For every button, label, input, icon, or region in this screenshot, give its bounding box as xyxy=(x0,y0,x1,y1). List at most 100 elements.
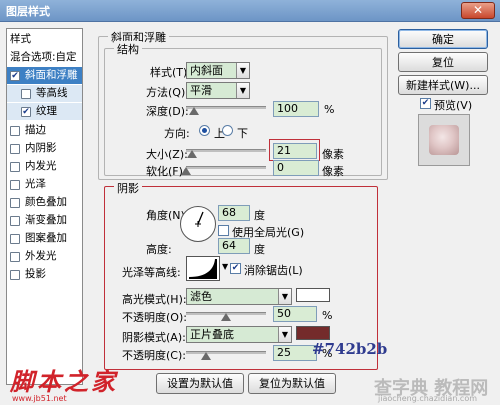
watermark-url-right: jiaocheng.chazidian.com xyxy=(378,394,478,403)
shading-title: 阴影 xyxy=(114,180,142,196)
structure-title: 结构 xyxy=(114,41,142,57)
size-slider-thumb[interactable] xyxy=(187,150,198,158)
style-label: 样式(T): xyxy=(150,66,192,79)
direction-down-label: 下 xyxy=(237,127,248,140)
soften-slider-thumb[interactable] xyxy=(181,167,191,175)
watermark-url-left: www.jb51.net xyxy=(12,394,67,403)
depth-slider-thumb[interactable] xyxy=(189,107,199,115)
angle-dial-icon xyxy=(195,211,204,227)
shadow-mode-label: 阴影模式(A): xyxy=(122,331,186,344)
preview-checkbox[interactable]: ✔ xyxy=(420,98,431,109)
style-preview-thumbnail xyxy=(418,114,470,166)
style-list: 样式混合选项:自定 ✔ 斜面和浮雕等高线 ✔ 纹理描边内阴影内发光光泽颜色叠加渐变叠加图… xyxy=(6,28,83,385)
shadow-mode-select[interactable]: 正片叠底 ▼ xyxy=(186,326,292,343)
style-list-item[interactable]: 内阴影 xyxy=(7,140,82,157)
anti-aliased-checkbox[interactable]: ✔ xyxy=(230,263,241,274)
soften-input[interactable]: 0 xyxy=(273,160,319,176)
use-global-light-checkbox[interactable] xyxy=(218,225,229,236)
style-list-item[interactable]: ✔ 纹理 xyxy=(7,103,82,120)
style-list-item[interactable]: 投影 xyxy=(7,266,82,283)
highlight-mode-label: 高光模式(H): xyxy=(122,293,187,306)
close-button[interactable]: ✕ xyxy=(461,2,495,19)
highlight-color-swatch[interactable] xyxy=(296,288,330,302)
checkmark-icon: ✔ xyxy=(421,98,430,108)
style-list-checkbox[interactable] xyxy=(10,180,20,190)
technique-label: 方法(Q): xyxy=(146,86,189,99)
size-input[interactable]: 21 xyxy=(273,143,317,159)
style-list-item[interactable]: 样式 xyxy=(7,31,82,48)
make-default-button[interactable]: 设置为默认值 xyxy=(156,373,244,394)
angle-unit: 度 xyxy=(254,209,265,222)
bevel-style-select[interactable]: 内斜面 ▼ xyxy=(186,62,250,79)
highlight-opacity-input[interactable]: 50 xyxy=(273,306,317,322)
gloss-contour-picker[interactable] xyxy=(186,256,220,281)
technique-value: 平滑 xyxy=(187,83,236,98)
shadow-opacity-thumb[interactable] xyxy=(201,352,211,360)
style-list-checkbox[interactable] xyxy=(10,270,20,280)
style-list-checkbox[interactable] xyxy=(10,252,20,262)
new-style-button[interactable]: 新建样式(W)... xyxy=(398,75,488,95)
chevron-down-icon: ▼ xyxy=(236,83,249,98)
style-list-label: 混合选项:自定 xyxy=(10,51,77,63)
style-list-checkbox[interactable]: ✔ xyxy=(21,107,31,117)
depth-label: 深度(D): xyxy=(146,105,189,118)
style-list-item[interactable]: 外发光 xyxy=(7,248,82,265)
chevron-down-icon: ▼ xyxy=(236,63,249,78)
style-list-checkbox[interactable] xyxy=(21,89,31,99)
technique-select[interactable]: 平滑 ▼ xyxy=(186,82,250,99)
highlight-mode-select[interactable]: 滤色 ▼ xyxy=(186,288,292,305)
style-list-label: 斜面和浮雕 xyxy=(25,69,78,81)
highlight-mode-value: 滤色 xyxy=(187,289,278,304)
depth-input[interactable]: 100 xyxy=(273,101,319,117)
angle-dial[interactable] xyxy=(180,206,216,242)
style-list-label: 描边 xyxy=(25,124,46,136)
reset-button[interactable]: 复位 xyxy=(398,52,488,72)
style-list-item[interactable]: 光泽 xyxy=(7,176,82,193)
style-list-checkbox[interactable] xyxy=(10,162,20,172)
ok-button[interactable]: 确定 xyxy=(398,29,488,49)
close-icon: ✕ xyxy=(472,3,484,17)
highlight-opacity-unit: % xyxy=(322,309,333,322)
size-slider[interactable] xyxy=(186,149,266,152)
highlight-opacity-thumb[interactable] xyxy=(221,313,231,321)
shadow-color-swatch[interactable] xyxy=(296,326,330,340)
style-list-item[interactable]: 混合选项:自定 xyxy=(7,49,82,66)
style-list-item[interactable]: 渐变叠加 xyxy=(7,212,82,229)
style-list-label: 外发光 xyxy=(25,250,57,262)
shadow-opacity-input[interactable]: 25 xyxy=(273,345,317,361)
style-list-checkbox[interactable] xyxy=(10,234,20,244)
style-list-item[interactable]: 描边 xyxy=(7,122,82,139)
style-list-checkbox[interactable] xyxy=(10,216,20,226)
angle-input[interactable]: 68 xyxy=(218,205,250,221)
style-list-checkbox[interactable] xyxy=(10,198,20,208)
shadow-opacity-slider[interactable] xyxy=(186,351,266,354)
style-list-checkbox[interactable] xyxy=(10,144,20,154)
style-list-label: 光泽 xyxy=(25,178,46,190)
style-list-label: 纹理 xyxy=(36,105,57,117)
reset-default-button[interactable]: 复位为默认值 xyxy=(248,373,336,394)
style-list-checkbox[interactable]: ✔ xyxy=(10,71,20,81)
size-label: 大小(Z): xyxy=(146,148,188,161)
direction-label: 方向: xyxy=(164,127,190,140)
direction-up-radio[interactable] xyxy=(199,125,210,136)
shadow-mode-value: 正片叠底 xyxy=(187,327,278,342)
shadow-opacity-label: 不透明度(C): xyxy=(122,349,186,362)
style-list-item[interactable]: ✔ 斜面和浮雕 xyxy=(7,67,82,84)
style-list-item[interactable]: 等高线 xyxy=(7,85,82,102)
style-list-item[interactable]: 内发光 xyxy=(7,158,82,175)
bevel-style-value: 内斜面 xyxy=(187,63,236,78)
style-list-item[interactable]: 颜色叠加 xyxy=(7,194,82,211)
chevron-down-icon: ▼ xyxy=(278,327,291,342)
soften-slider[interactable] xyxy=(186,166,266,169)
style-list-item[interactable]: 图案叠加 xyxy=(7,230,82,247)
soften-unit: 像素 xyxy=(322,165,344,178)
style-list-label: 渐变叠加 xyxy=(25,214,67,226)
chevron-down-icon[interactable]: ▼ xyxy=(222,262,228,271)
style-list-label: 样式 xyxy=(10,33,31,45)
direction-down-radio[interactable] xyxy=(222,125,233,136)
style-list-label: 颜色叠加 xyxy=(25,196,67,208)
style-list-checkbox[interactable] xyxy=(10,126,20,136)
checkmark-icon: ✔ xyxy=(231,263,240,273)
altitude-input[interactable]: 64 xyxy=(218,238,250,254)
style-list-label: 内阴影 xyxy=(25,142,57,154)
